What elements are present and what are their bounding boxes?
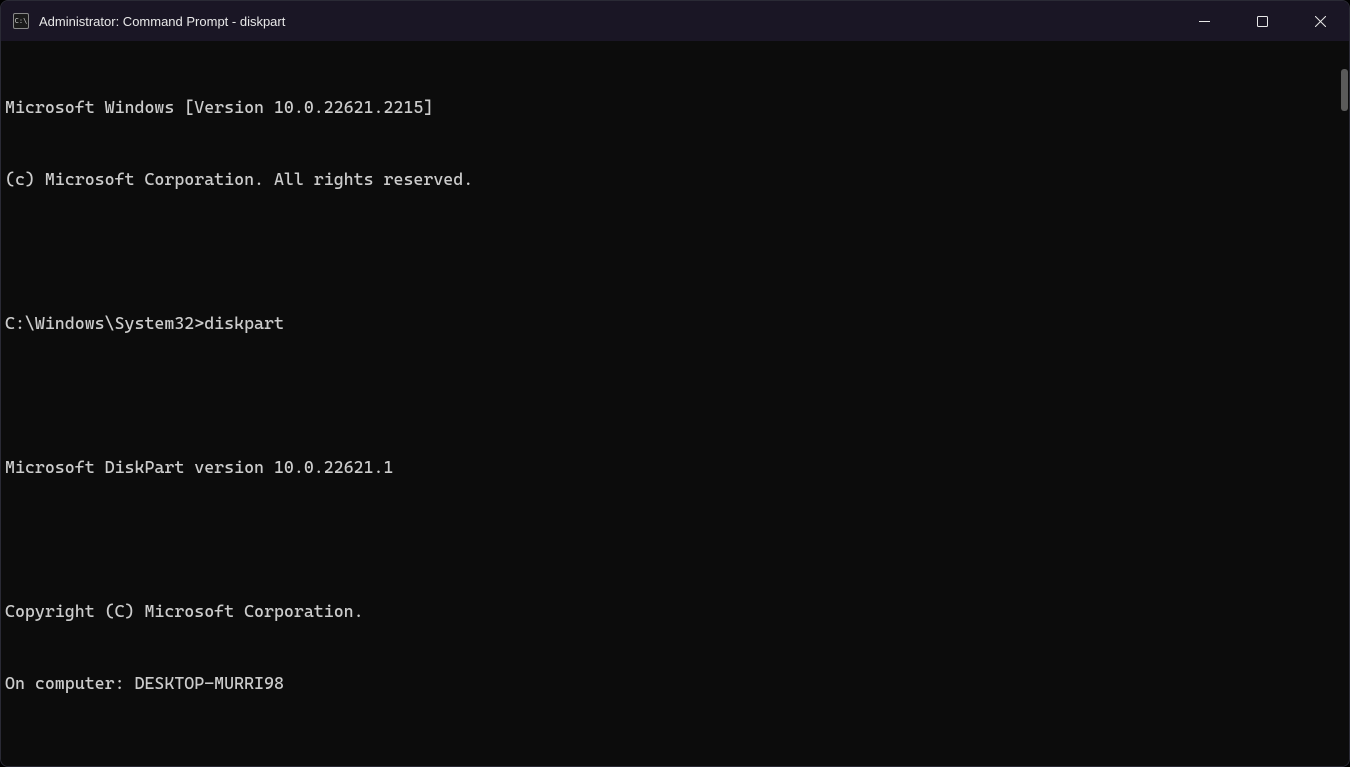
terminal-line: Microsoft DiskPart version 10.0.22621.1: [5, 455, 1331, 479]
titlebar[interactable]: C:\ Administrator: Command Prompt - disk…: [1, 1, 1349, 41]
maximize-icon: [1257, 16, 1268, 27]
terminal-line: [5, 383, 1331, 407]
close-icon: [1315, 16, 1326, 27]
terminal-line: [5, 527, 1331, 551]
terminal-line: [5, 239, 1331, 263]
terminal-line: Copyright (C) Microsoft Corporation.: [5, 599, 1331, 623]
terminal-content[interactable]: Microsoft Windows [Version 10.0.22621.22…: [1, 41, 1335, 767]
close-button[interactable]: [1291, 1, 1349, 41]
cmd-icon: C:\: [13, 13, 29, 29]
command-prompt-window: C:\ Administrator: Command Prompt - disk…: [0, 0, 1350, 767]
window-controls: [1175, 1, 1349, 41]
scrollbar-track[interactable]: [1335, 41, 1349, 767]
terminal-line: [5, 743, 1331, 767]
minimize-icon: [1199, 16, 1210, 27]
window-title: Administrator: Command Prompt - diskpart: [39, 14, 1175, 29]
cmd-icon-text: C:\: [15, 18, 28, 25]
terminal-line: Microsoft Windows [Version 10.0.22621.22…: [5, 95, 1331, 119]
scrollbar-thumb[interactable]: [1341, 69, 1348, 111]
terminal-area: Microsoft Windows [Version 10.0.22621.22…: [1, 41, 1349, 767]
terminal-line: (c) Microsoft Corporation. All rights re…: [5, 167, 1331, 191]
minimize-button[interactable]: [1175, 1, 1233, 41]
maximize-button[interactable]: [1233, 1, 1291, 41]
terminal-line: C:\Windows\System32>diskpart: [5, 311, 1331, 335]
terminal-line: On computer: DESKTOP-MURRI98: [5, 671, 1331, 695]
